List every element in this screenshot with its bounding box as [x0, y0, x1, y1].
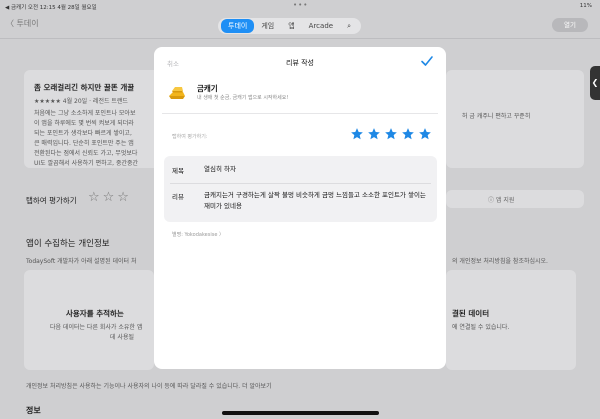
tab-apps[interactable]: 앱	[281, 19, 301, 33]
support-button[interactable]: ⓘ 앱 지원	[446, 190, 584, 208]
tracking-card	[24, 270, 154, 370]
star-icon[interactable]	[418, 127, 432, 141]
bg-review-line: UI도 깔끔해서 사용하기 편하고, 중간중간	[34, 160, 139, 167]
sheet-header: 취소 리뷰 작성	[154, 47, 446, 75]
divider	[170, 183, 431, 184]
home-indicator[interactable]	[222, 411, 379, 415]
star-icon[interactable]	[401, 127, 415, 141]
bg-review-title: 좀 오래걸리긴 하지만 꿀똔 개꿀	[34, 83, 135, 92]
gold-bar-icon	[169, 87, 185, 99]
open-button[interactable]: 열기	[552, 18, 588, 32]
privacy-desc-right: 의 개인정보 처리방침을 참조하십시오.	[452, 258, 548, 265]
bg-review-line: 큰 매력입니다. 단순히 포인트만 주는 앱	[34, 140, 134, 147]
tracking-desc: 다음 데이터는 다른 회사가 소유한 앱	[50, 324, 143, 331]
bg-review-line: 처음에는 그냥 소소하게 포인트나 모아보	[34, 110, 136, 117]
divider	[162, 113, 438, 114]
star-icon[interactable]	[350, 127, 364, 141]
bg-review-line: 되는 포인트가 생각보다 빠르게 쌓이고,	[34, 130, 132, 137]
search-icon[interactable]: ⌕	[340, 20, 358, 33]
multitask-dots[interactable]: •••	[293, 1, 308, 9]
app-name: 금캐기	[197, 84, 218, 93]
star-icon[interactable]	[367, 127, 381, 141]
linked-desc: 에 연결될 수 있습니다.	[452, 324, 510, 331]
write-review-sheet: 취소 리뷰 작성 금캐기 내 생애 첫 순금, 금캐기 앱으로 시작하세요! 탭…	[154, 47, 446, 369]
privacy-desc: TodaySoft 개발자가 아래 설명된 데이터 처	[26, 258, 137, 265]
bg-review-meta: ★★★★★ 4월 20일 · 레전드 트랜드	[34, 98, 128, 105]
tracking-title: 사용자를 추적하는	[66, 309, 124, 318]
status-bar: ◀ 금캐기 오전 12:15 4월 28일 월요일 ••• 11%	[0, 0, 600, 12]
rating-stars[interactable]	[350, 127, 432, 141]
star-icon[interactable]	[384, 127, 398, 141]
bg-rating-stars[interactable]: ☆☆☆	[88, 190, 132, 205]
status-left: ◀ 금캐기 오전 12:15 4월 28일 월요일	[5, 5, 97, 11]
tab-segment: 투데이 게임 앱 Arcade ⌕	[218, 18, 361, 34]
tab-today[interactable]: 투데이	[221, 19, 255, 33]
tap-to-rate-label: 탭하여 평가하기	[26, 196, 77, 205]
checkmark-icon[interactable]	[420, 54, 434, 68]
nickname-link[interactable]: 별명: Yokodakesise 〉	[172, 231, 224, 238]
privacy-note: 개인정보 처리방침은 사용하는 기능이나 사용자의 나이 등에 따라 달라질 수…	[26, 383, 272, 390]
chevron-left-icon[interactable]: ❮	[590, 66, 600, 100]
linked-title: 결된 데이터	[452, 309, 490, 318]
review-textarea[interactable]: 금캐지는거 구경하는게 살짝 불멍 비슷하게 금멍 느낌들고 소소한 포인트가 …	[204, 190, 429, 212]
linked-card	[446, 270, 576, 370]
info-heading: 정보	[26, 406, 41, 415]
app-description: 내 생애 첫 순금, 금캐기 앱으로 시작하세요!	[197, 95, 289, 101]
top-nav: 〈 투데이 투데이 게임 앱 Arcade ⌕ 열기	[0, 12, 600, 38]
tap-to-rate-label: 탭하여 평가하기:	[172, 134, 208, 140]
tab-arcade[interactable]: Arcade	[302, 20, 340, 32]
sheet-title: 리뷰 작성	[286, 59, 314, 67]
nav-divider	[0, 38, 600, 39]
battery-status: 11%	[579, 3, 592, 9]
title-label: 제목	[172, 167, 184, 175]
bg-review-line: 전환된다는 점에서 신뢰도 가고, 무엇보다	[34, 150, 138, 157]
review-label: 리뷰	[172, 193, 184, 201]
title-input[interactable]: 열심히 하자	[204, 164, 429, 175]
privacy-title: 앱이 수집하는 개인정보	[26, 239, 110, 249]
support-label: ⓘ 앱 지원	[488, 197, 515, 204]
review-form: 제목 열심히 하자 리뷰 금캐지는거 구경하는게 살짝 불멍 비슷하게 금멍 느…	[164, 156, 437, 222]
back-button[interactable]: 〈 투데이	[6, 18, 39, 29]
tracking-desc: 데 사용될	[110, 334, 134, 341]
tab-games[interactable]: 게임	[254, 19, 281, 33]
bg-review-line: 이 앱을 하루에도 몇 번씩 켜보게 되더라	[34, 120, 134, 127]
bg-right-snippet: 허 금 캐주니 편하고 꾸준히	[462, 113, 531, 120]
